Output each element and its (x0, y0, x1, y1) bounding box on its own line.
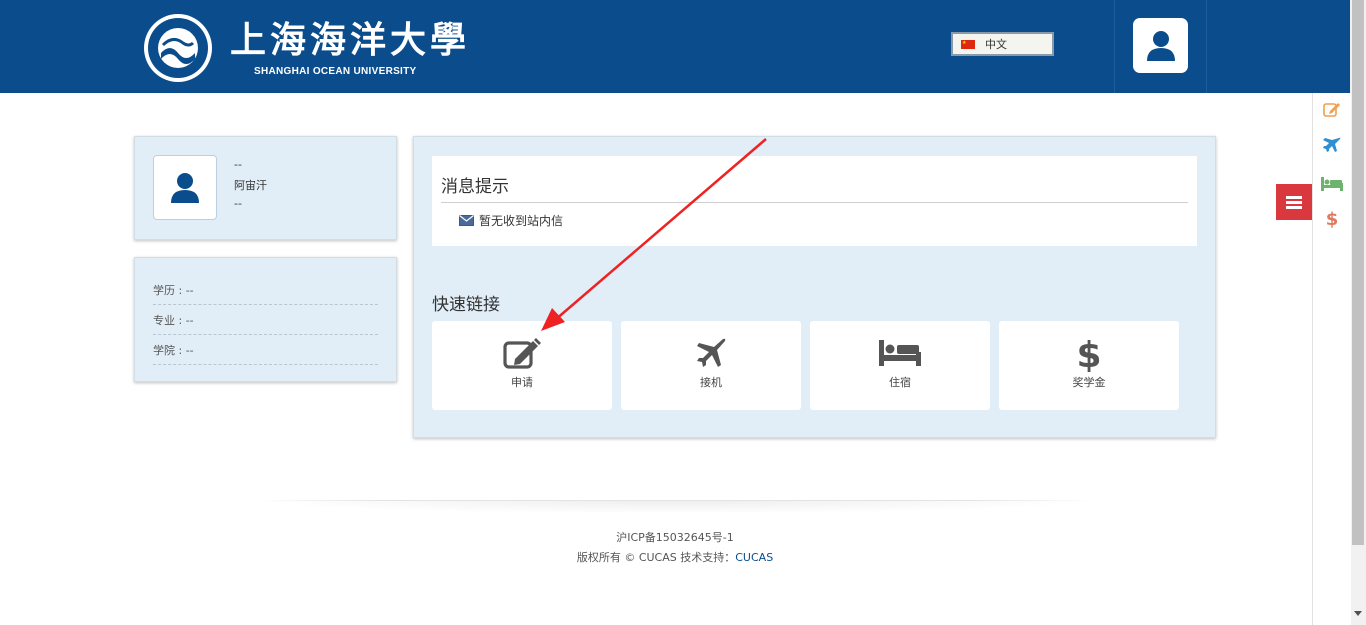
info-major: 专业 : -- (153, 306, 378, 335)
copyright-text: 版权所有 © CUCAS 技术支持： (576, 551, 736, 564)
info-education: 学历 : -- (153, 276, 378, 305)
rail-bed-icon[interactable] (1320, 173, 1344, 195)
university-name-en: SHANGHAI OCEAN UNIVERSITY (254, 66, 417, 77)
university-name-cn: 上海海洋大學 (230, 19, 471, 61)
quick-link-label: 住宿 (889, 376, 911, 389)
footer-icp: 沪ICP备15032645号-1 (616, 531, 734, 544)
quick-link-label: 接机 (700, 376, 722, 389)
rail-edit-icon[interactable] (1320, 98, 1344, 120)
scroll-down-arrow-icon[interactable] (1354, 611, 1362, 616)
quick-link-pickup[interactable]: 接机 (621, 321, 801, 410)
language-selector[interactable]: 中文 (951, 32, 1054, 56)
edit-icon (432, 335, 612, 371)
messages-empty-text: 暂无收到站内信 (479, 214, 564, 228)
message-box (432, 156, 1197, 246)
plane-icon (621, 335, 801, 371)
hamburger-icon (1286, 195, 1302, 209)
user-menu-avatar[interactable] (1133, 18, 1188, 73)
header-divider (1114, 0, 1115, 93)
rail-dollar-icon[interactable]: $ (1320, 207, 1344, 229)
quick-link-accommodation[interactable]: 住宿 (810, 321, 990, 410)
profile-avatar (153, 155, 217, 220)
top-header: 上海海洋大學 SHANGHAI OCEAN UNIVERSITY 中文 (0, 0, 1350, 93)
bed-icon (810, 335, 990, 371)
language-label: 中文 (985, 38, 1007, 51)
user-icon (1146, 30, 1175, 61)
header-divider (1206, 0, 1207, 93)
profile-line-1: -- (234, 158, 242, 171)
university-seal-icon (144, 14, 212, 82)
messages-title: 消息提示 (441, 177, 509, 197)
messages-empty: 暂无收到站内信 (459, 212, 563, 229)
quick-link-apply[interactable]: 申请 (432, 321, 612, 410)
side-menu-toggle-button[interactable] (1276, 184, 1312, 220)
rail-plane-icon[interactable] (1320, 134, 1344, 156)
user-icon (171, 172, 199, 203)
cucas-link[interactable]: CUCAS (735, 551, 773, 564)
dollar-icon: $ (999, 335, 1179, 372)
quick-links-title: 快速链接 (432, 295, 500, 315)
info-college: 学院 : -- (153, 336, 378, 365)
quick-link-scholarship[interactable]: $ 奖学金 (999, 321, 1179, 410)
scrollbar-thumb[interactable] (1352, 0, 1364, 545)
china-flag-icon (961, 39, 975, 49)
quick-link-label: 奖学金 (1072, 376, 1106, 389)
svg-text:$: $ (1326, 209, 1339, 228)
quick-link-label: 申请 (511, 376, 533, 389)
footer-divider (258, 500, 1093, 501)
envelope-icon (459, 215, 474, 226)
profile-name: 阿宙汗 (234, 179, 267, 192)
footer-shadow (250, 500, 1100, 514)
profile-line-3: -- (234, 197, 242, 210)
footer-copyright: 版权所有 © CUCAS 技术支持：CUCAS (0, 549, 1350, 565)
divider (441, 202, 1188, 203)
svg-text:$: $ (1077, 335, 1101, 372)
